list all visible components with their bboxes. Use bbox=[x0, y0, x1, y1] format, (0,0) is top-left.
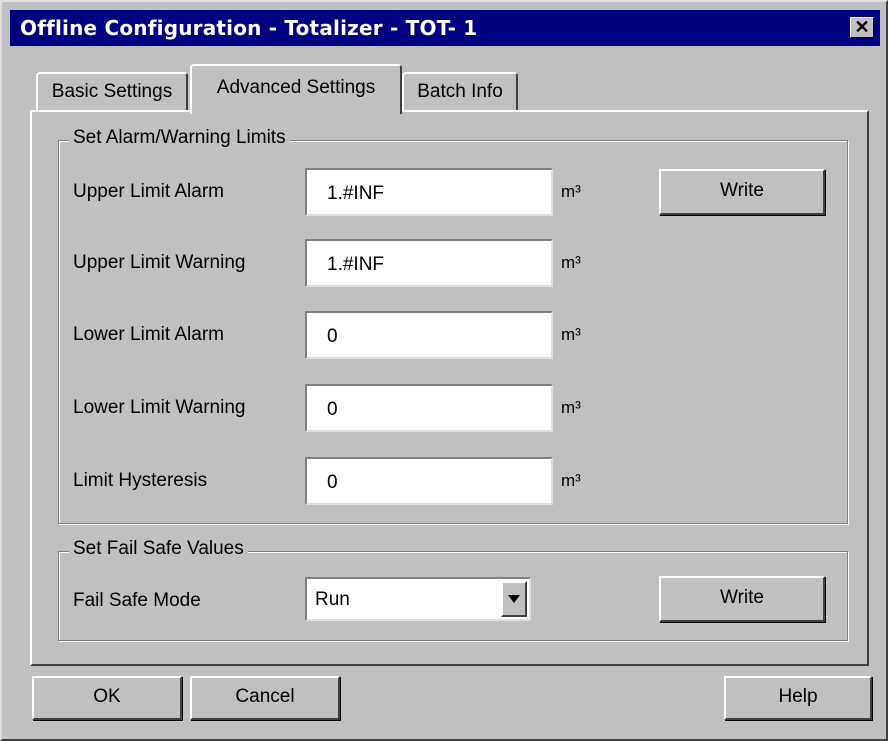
unit-label: m³ bbox=[561, 182, 581, 201]
lower-limit-alarm-label: Lower Limit Alarm bbox=[73, 324, 224, 345]
tab-advanced-settings[interactable]: Advanced Settings bbox=[190, 64, 402, 114]
help-button[interactable]: Help bbox=[724, 676, 872, 720]
tab-label: Advanced Settings bbox=[216, 77, 376, 98]
unit-label: m³ bbox=[561, 398, 581, 417]
cancel-button[interactable]: Cancel bbox=[190, 676, 340, 720]
alarm-limits-group: Set Alarm/Warning Limits Upper Limit Ala… bbox=[58, 127, 848, 524]
chevron-down-icon[interactable] bbox=[501, 581, 527, 617]
ok-button[interactable]: OK bbox=[32, 676, 182, 720]
unit-label: m³ bbox=[561, 325, 581, 344]
limit-hysteresis-label: Limit Hysteresis bbox=[73, 470, 208, 491]
upper-limit-alarm-field[interactable] bbox=[305, 168, 553, 216]
upper-limit-warning-field[interactable] bbox=[305, 239, 553, 287]
button-label: Write bbox=[720, 587, 764, 608]
unit-label: m³ bbox=[561, 471, 581, 490]
fail-safe-mode-select[interactable]: Run bbox=[305, 577, 531, 621]
upper-limit-alarm-label: Upper Limit Alarm bbox=[73, 181, 224, 202]
window-title: Offline Configuration - Totalizer - TOT-… bbox=[20, 16, 478, 40]
tab-basic-settings[interactable]: Basic Settings bbox=[36, 72, 188, 112]
fail-safe-group: Set Fail Safe Values Fail Safe Mode Run … bbox=[58, 538, 848, 641]
dialog-window: Offline Configuration - Totalizer - TOT-… bbox=[0, 0, 888, 741]
lower-limit-warning-field[interactable] bbox=[305, 384, 553, 432]
button-label: Help bbox=[778, 686, 818, 707]
button-label: OK bbox=[93, 686, 121, 707]
tab-batch-info[interactable]: Batch Info bbox=[402, 72, 518, 112]
unit-label: m³ bbox=[561, 253, 581, 272]
fail-safe-mode-label: Fail Safe Mode bbox=[73, 590, 201, 611]
group-title: Set Alarm/Warning Limits bbox=[69, 127, 290, 149]
tab-label: Batch Info bbox=[417, 81, 503, 102]
lower-limit-warning-label: Lower Limit Warning bbox=[73, 397, 246, 418]
select-value: Run bbox=[315, 589, 350, 610]
lower-limit-alarm-field[interactable] bbox=[305, 311, 553, 359]
tab-label: Basic Settings bbox=[51, 81, 173, 102]
write-limits-button[interactable]: Write bbox=[659, 169, 825, 215]
upper-limit-warning-label: Upper Limit Warning bbox=[73, 252, 246, 273]
close-button[interactable]: ✕ bbox=[850, 17, 874, 38]
limit-hysteresis-field[interactable] bbox=[305, 457, 553, 505]
button-label: Write bbox=[720, 180, 764, 201]
title-bar[interactable]: Offline Configuration - Totalizer - TOT-… bbox=[10, 10, 880, 46]
close-icon: ✕ bbox=[854, 17, 870, 37]
advanced-settings-panel: Set Alarm/Warning Limits Upper Limit Ala… bbox=[30, 110, 869, 666]
group-title: Set Fail Safe Values bbox=[69, 538, 248, 560]
write-failsafe-button[interactable]: Write bbox=[659, 576, 825, 622]
button-label: Cancel bbox=[235, 686, 295, 707]
